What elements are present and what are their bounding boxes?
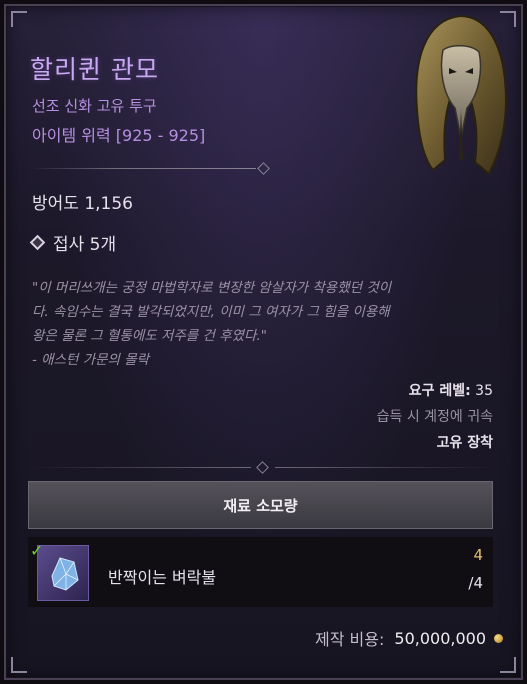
- section-divider: [30, 461, 495, 474]
- crystal-icon: [37, 545, 89, 601]
- unique-equip-text: 고유 장착: [436, 435, 493, 451]
- item-name: 할리퀸 관모: [30, 55, 159, 84]
- frame-corner: [11, 11, 27, 27]
- socket-label: 접사 5개: [53, 235, 117, 255]
- item-power: 아이템 위력 [925 - 925]: [32, 126, 206, 145]
- frame-corner: [11, 657, 27, 673]
- material-have-count: 4: [473, 546, 483, 564]
- item-type: 선조 신화 고유 투구: [32, 97, 157, 115]
- required-level-label: 요구 레벨:: [408, 383, 471, 399]
- crafting-cost-label: 제작 비용:: [315, 630, 385, 649]
- flavor-line: 다. 속임수는 결국 발각되었지만, 이미 그 여자가 그 힘을 이용해: [32, 304, 390, 320]
- flavor-text: "이 머리쓰개는 궁정 마법학자로 변장한 암살자가 착용했던 것이 다. 속임…: [32, 276, 502, 372]
- account-bound-text: 습득 시 계정에 귀속: [376, 409, 493, 425]
- section-divider: [30, 162, 270, 175]
- frame-corner: [500, 657, 516, 673]
- crafting-cost: 제작 비용: 50,000,000: [315, 626, 503, 650]
- material-need-count: /4: [468, 574, 483, 592]
- checkmark-icon: ✓: [30, 541, 44, 560]
- crafting-cost-value: 50,000,000: [394, 628, 486, 648]
- materials-header: 재료 소모량: [28, 481, 493, 529]
- socket-stat: 접사 5개: [29, 230, 117, 255]
- required-level: 요구 레벨: 35: [409, 380, 493, 400]
- gold-coin-icon: [494, 633, 503, 643]
- helmet-icon: [415, 14, 508, 176]
- flavor-source: - 애스턴 가문의 몰락: [32, 352, 150, 368]
- material-row: ✓ 반짝이는 벼락불 4 /4: [28, 537, 493, 607]
- material-name: 반짝이는 벼락불: [108, 568, 217, 587]
- flavor-line: "이 머리쓰개는 궁정 마법학자로 변장한 암살자가 착용했던 것이: [32, 280, 392, 296]
- armor-stat: 방어도 1,156: [32, 194, 133, 214]
- flavor-line: 왕은 물론 그 혈통에도 저주를 건 후였다.": [32, 328, 267, 344]
- socket-bullet-icon: [29, 234, 46, 251]
- required-level-value: 35: [475, 383, 493, 399]
